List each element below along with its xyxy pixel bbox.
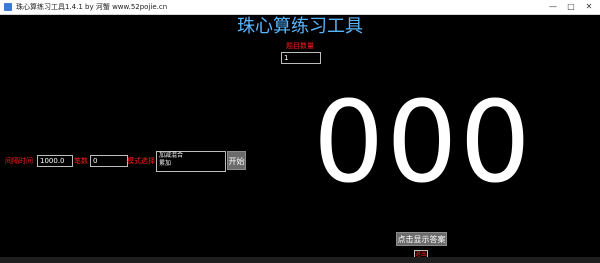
question-count-input[interactable]: 1 xyxy=(281,52,321,64)
mode-option-cumulative[interactable]: 累加 xyxy=(157,160,225,168)
minimize-button[interactable]: — xyxy=(544,0,562,14)
minimize-icon: — xyxy=(549,2,557,11)
maximize-icon: □ xyxy=(567,2,575,11)
mode-option-mixed[interactable]: 加减混合 xyxy=(157,152,225,160)
app-icon xyxy=(4,3,12,11)
window-title: 珠心算练习工具1.4.1 by 河蟹 www.52pojie.cn xyxy=(16,3,168,11)
strokes-input[interactable]: 0 xyxy=(90,155,128,167)
interval-label: 间隔时间 xyxy=(5,157,33,165)
mode-listbox[interactable]: 加减混合 累加 xyxy=(156,151,226,172)
title-bar[interactable]: 珠心算练习工具1.4.1 by 河蟹 www.52pojie.cn — □ ✕ xyxy=(0,0,600,15)
show-answer-button[interactable]: 点击显示答案 xyxy=(396,232,447,246)
strokes-label: 笔数 xyxy=(74,157,88,165)
maximize-button[interactable]: □ xyxy=(562,0,580,14)
app-title: 珠心算练习工具 xyxy=(237,16,363,37)
question-count-label: 题目数量 xyxy=(286,42,314,50)
start-button[interactable]: 开始 xyxy=(227,151,246,170)
app-window: 珠心算练习工具1.4.1 by 河蟹 www.52pojie.cn — □ ✕ … xyxy=(0,0,600,263)
mode-label: 模式选择 xyxy=(127,157,155,165)
close-icon: ✕ xyxy=(585,2,593,11)
bottom-strip xyxy=(0,257,600,263)
close-button[interactable]: ✕ xyxy=(580,0,598,14)
number-display: 000 xyxy=(313,78,533,208)
interval-input[interactable]: 1000.0 xyxy=(37,155,73,167)
